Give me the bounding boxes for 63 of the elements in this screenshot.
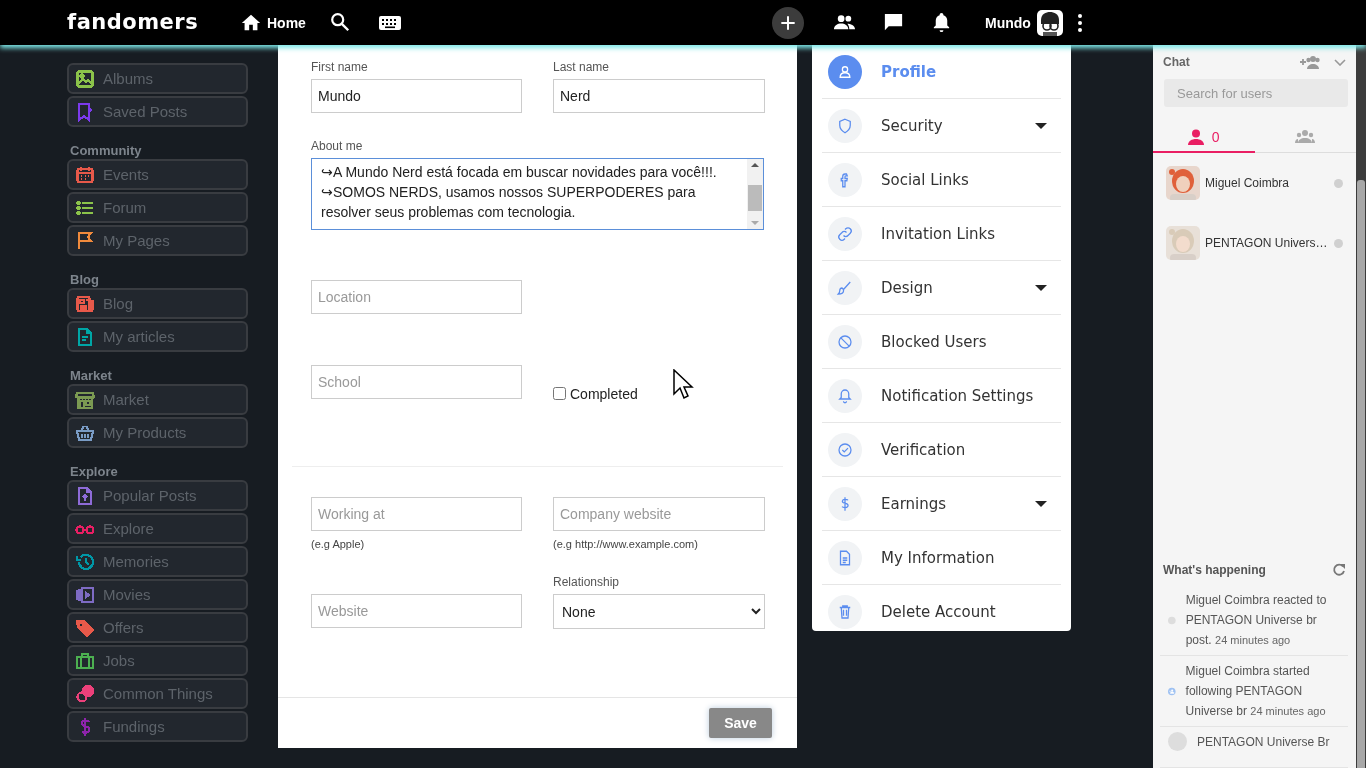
avatar-icon	[1168, 732, 1187, 751]
menu-item[interactable]: Earnings	[822, 477, 1061, 531]
field-hint: (e.g Apple)	[311, 538, 366, 550]
menu-item[interactable]: My Information	[822, 531, 1061, 585]
relationship-select[interactable]: None	[553, 594, 765, 629]
plus-icon	[778, 13, 798, 33]
field-label: Last name	[553, 60, 611, 73]
last-name-field[interactable]: Nerd	[553, 79, 765, 113]
person-icon	[1187, 128, 1204, 145]
menu-item[interactable]: Blocked Users	[822, 315, 1061, 369]
chat-contact[interactable]: Miguel Coimbra	[1153, 153, 1356, 213]
location-field[interactable]: Location	[311, 280, 522, 314]
menu-item[interactable]: Verification	[822, 423, 1061, 477]
field-label: First name	[311, 60, 369, 73]
menu-item[interactable]: Security	[822, 99, 1061, 153]
company-website-field[interactable]: Company website	[553, 497, 765, 531]
chevron-down-icon[interactable]	[1334, 58, 1346, 66]
logo[interactable]: fandomers	[67, 10, 199, 34]
save-button[interactable]: Save	[709, 708, 772, 738]
about-me-field[interactable]: ↪A Mundo Nerd está focada em buscar novidades para você!!!. ↪SOMOS NERDS, usamos nossos SUPERPODERES para resolver seus problemas com tecnologia.	[311, 158, 764, 230]
activity-item[interactable]: Miguel Coimbra started following PENTAGON Universe br 24 minutes ago	[1160, 656, 1348, 727]
refresh-icon[interactable]	[1332, 563, 1346, 577]
field-hint: (e.g http://www.example.com)	[553, 538, 699, 550]
bell-icon	[836, 386, 854, 405]
school-field[interactable]: School	[311, 365, 522, 399]
chat-title: Chat	[1163, 55, 1191, 69]
checkbox-label[interactable]: Completed	[570, 385, 638, 402]
menu-item[interactable]: Invitation Links	[822, 207, 1061, 261]
menu-item[interactable]: Design	[822, 261, 1061, 315]
link-icon	[836, 224, 854, 243]
search-field[interactable]: Search for users	[1164, 79, 1348, 107]
add-people-icon[interactable]	[1299, 53, 1321, 71]
activity-item[interactable]: Miguel Coimbra reacted to PENTAGON Universe br post. 24 minutes ago	[1160, 585, 1348, 656]
shield-icon	[836, 116, 854, 135]
menu-item[interactable]: Notification Settings	[822, 369, 1061, 423]
section-title: Community	[70, 143, 143, 158]
field-label: Relationship	[553, 575, 621, 588]
user-name[interactable]: Mundo	[985, 15, 1031, 31]
scrollbar[interactable]	[1356, 45, 1366, 768]
completed-checkbox[interactable]	[553, 387, 566, 400]
section-title: Explore	[70, 464, 119, 479]
home-link[interactable]: Home	[240, 12, 306, 34]
first-name-field[interactable]: Mundo	[311, 79, 522, 113]
working-at-field[interactable]: Working at	[311, 497, 522, 531]
activity-item[interactable]: PENTAGON Universe Br	[1160, 727, 1348, 768]
section-title: Blog	[70, 272, 100, 287]
add-button[interactable]	[772, 7, 804, 39]
more-icon[interactable]	[1078, 13, 1082, 33]
ban-icon	[836, 332, 854, 351]
menu-item[interactable]: Delete Account	[822, 585, 1061, 631]
menu-item[interactable]: Social Links	[822, 153, 1061, 207]
textarea-scrollbar[interactable]	[747, 159, 763, 229]
website-field[interactable]: Website	[311, 594, 522, 628]
field-label: About me	[311, 139, 364, 152]
avatar-drawing[interactable]	[1037, 10, 1063, 36]
section-title: Market	[70, 368, 113, 383]
group-icon	[1295, 129, 1316, 144]
search-icon[interactable]	[329, 11, 351, 33]
section-title: What's happening	[1163, 563, 1267, 577]
check-circle-icon	[836, 440, 854, 459]
pointer-icon	[673, 369, 695, 400]
chat-tab[interactable]: 0	[1153, 122, 1255, 153]
chat-contact[interactable]: PENTAGON Univers…	[1153, 213, 1356, 273]
